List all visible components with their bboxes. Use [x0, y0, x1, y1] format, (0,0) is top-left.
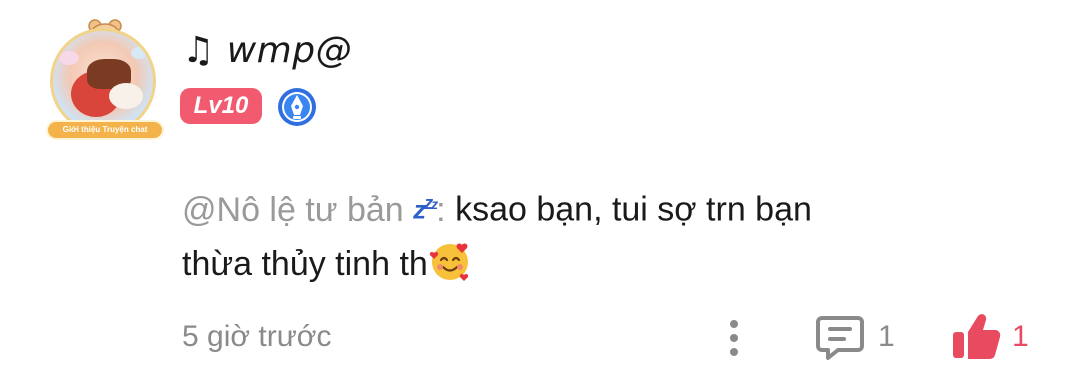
thumbs-up-icon[interactable] — [950, 310, 1002, 362]
zzz-emoji-icon: zzz — [413, 193, 438, 225]
mention-name[interactable]: @Nô lệ tư bản — [182, 191, 404, 229]
mention-link[interactable]: @Nô lệ tư bản zzz: — [182, 191, 446, 229]
like-count: 1 — [1012, 320, 1029, 353]
smiling-face-with-hearts-icon — [429, 243, 468, 281]
comment-line-2: thừa thủy tinh th — [182, 244, 428, 283]
pen-badge-icon — [278, 88, 316, 126]
avatar-frame-badge: Giới thiệu Truyện chat — [46, 120, 164, 140]
mention-separator: : — [436, 190, 446, 229]
comment-line-1: ksao bạn, tui sợ trn bạn — [445, 190, 812, 229]
timestamp: 5 giờ trước — [182, 320, 332, 353]
level-badge: Lv10 — [180, 88, 262, 124]
more-vertical-icon[interactable] — [722, 316, 746, 360]
comment-icon[interactable] — [814, 312, 866, 362]
reply-count: 1 — [878, 320, 895, 353]
avatar[interactable]: Giới thiệu Truyện chat — [44, 18, 166, 144]
avatar-image — [50, 28, 156, 134]
comment-text: @Nô lệ tư bản zzz: ksao bạn, tui sợ trn … — [182, 176, 1022, 291]
username[interactable]: ♫ wmp@ — [182, 30, 352, 71]
